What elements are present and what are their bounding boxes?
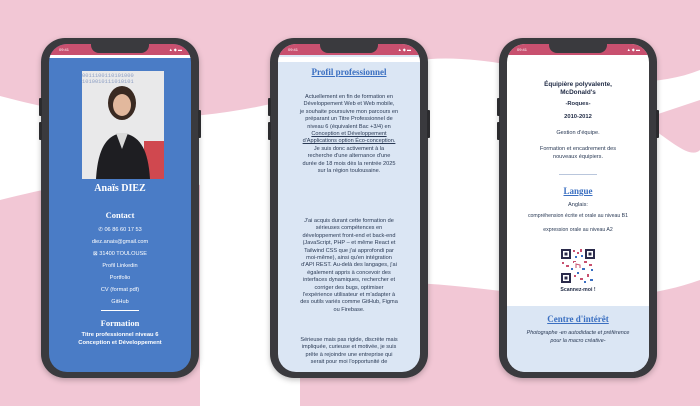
profil-title: Profil professionnel [311,67,387,77]
phone-mockup-3: 09:41 ▲ ◆ ▬ Équipière polyvalente, McDon… [497,38,659,378]
p2-line: d'API REST. Au-delà des langages, j'ai [301,262,397,269]
phone-2-screen: 09:41 ▲ ◆ ▬ Profil professionnel Actuell… [278,44,420,372]
langue-title: Langue [563,186,593,196]
p2-line: moi-même), ainsi qu'en intégration [306,255,392,262]
status-icons: ▲ ◆ ▬ [397,47,411,52]
p3-line: serait pour moi l'opportunité de [310,359,388,366]
qr-caption: Scannez-moi ! [560,287,596,293]
contact-email[interactable]: diez.anais@gmail.com [49,236,191,248]
p1-line: Développement Web et Web mobile, [303,101,395,108]
p3-line: prête à rejoindre une entreprise qui [305,351,393,358]
p2-line: corriger des bugs, optimiser [314,284,384,291]
binary-overlay: 0011100110101000 1010010111010101 [82,73,134,85]
lang-oral: expression orale au niveau A2 [543,227,613,233]
job-place: -Roques- [565,101,591,107]
phone-notch [320,44,378,53]
status-icons: ▲ ◆ ▬ [626,47,640,52]
link-github[interactable]: GitHub [49,296,191,308]
status-time: 09:41 [517,47,528,52]
interests-title: Centre d'intérêt [547,314,609,324]
section-divider [559,174,597,175]
qr-code[interactable] [560,248,596,284]
formation-line-1: Titre professionnel niveau 6 [81,332,159,338]
phone-notch [549,44,607,53]
phone-3-screen: 09:41 ▲ ◆ ▬ Équipière polyvalente, McDon… [507,44,649,372]
status-time: 09:41 [288,47,299,52]
formation-title: Formation [100,318,140,328]
profil-paragraph-1: Actuellement en fin de formation en Déve… [278,94,420,175]
p1-line: je souhaite poursuivre mon parcours en [299,108,399,115]
job-company: McDonald's [560,89,596,96]
profil-paragraph-3: Sérieuse mais pas rigide, discrète mais … [278,337,420,367]
lang-written: compréhension écrite et orale au niveau … [527,213,629,219]
p3-line: Sérieuse mais pas rigide, discrète mais [300,337,398,343]
p1-line: recherche d'une alternance d'une [307,153,391,160]
formation-link[interactable]: d'Applications option Éco-conception. [278,138,420,145]
profile-name: Anaïs DIEZ [94,183,146,194]
link-cv-pdf[interactable]: CV (format pdf) [49,284,191,296]
p2-line: sérieuses compétences en [315,225,383,232]
p2-line: des outils variés comme GitHub, Figma [300,299,398,306]
p2-line: Tailwind CSS que j'ai approfondi par [304,247,394,254]
p2-line: l'expérience utilisateur et m'adapter à [302,292,396,299]
interests-line: Photographe -en autodidacte et préférenc… [526,330,630,336]
job-years: 2010-2012 [564,114,592,120]
contact-phone[interactable]: ✆ 06 86 60 17 53 [49,224,191,236]
link-linkedin[interactable]: Profil Linkedin [49,260,191,272]
p1-line: sur la région toulousaine. [317,168,381,175]
phone-notch [91,44,149,53]
p2-line: également appris à concevoir des [307,269,391,276]
status-icons: ▲ ◆ ▬ [168,47,182,52]
lang-name: Anglais: [568,202,588,208]
p1-line: préparant un Titre Professionnel de [305,116,393,123]
formation-line-2: Conception et Développement [78,340,162,346]
phone-mockup-2: 09:41 ▲ ◆ ▬ Profil professionnel Actuell… [268,38,430,378]
p1-line: Je suis donc activement à la [313,145,385,152]
p3-line: impliquée, curieuse et motivée, je suis [301,344,397,351]
p2-line: développement front-end et back-end [302,232,396,239]
job-desc-1: Gestion d'équipe. [556,130,600,136]
contact-address: ⊠ 31400 TOULOUSE [93,251,147,257]
section-divider [101,310,139,311]
profile-photo: 0011100110101000 1010010111010101 [82,71,164,179]
contact-title: Contact [105,210,135,220]
phone-1-screen: 09:41 ▲ ◆ ▬ 0011100110101000 10100101110… [49,44,191,372]
p2-line: interfaces dynamiques, rechercher et [302,277,396,284]
p2-line: (JavaScript, PHP – et même React et [302,240,396,247]
profil-paragraph-2: J'ai acquis durant cette formation de sé… [278,218,420,314]
job-desc-2: nouveaux équipiers. [552,154,604,160]
contact-list: ✆ 06 86 60 17 53 diez.anais@gmail.com ⊠ … [49,224,191,308]
p2-line: J'ai acquis durant cette formation de [304,218,394,224]
job-desc-2: Formation et encadrement des [539,146,617,152]
p2-line: ou Firebase. [333,306,365,313]
status-time: 09:41 [59,47,70,52]
job-title: Équipière polyvalente, [544,81,612,88]
interests-line: pour la macro créative- [550,338,606,344]
link-portfolio[interactable]: Portfolio [49,272,191,284]
p1-line: Actuellement en fin de formation en [305,94,393,100]
p1-line: niveau 6 (équivalent Bac +3/4) en [307,123,391,130]
phone-mockup-1: 09:41 ▲ ◆ ▬ 0011100110101000 10100101110… [39,38,201,378]
p1-line: durée de 18 mois dès la rentrée 2025 [302,160,396,167]
